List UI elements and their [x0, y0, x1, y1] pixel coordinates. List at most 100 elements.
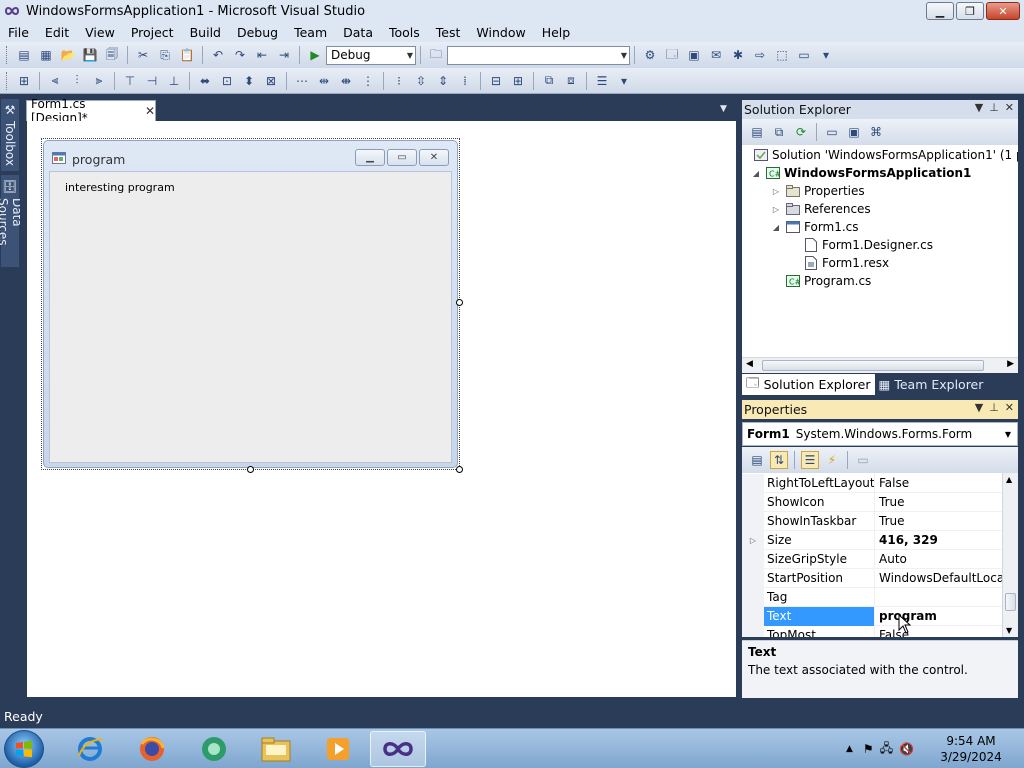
new-project-icon[interactable]: ▤	[15, 46, 33, 64]
property-name[interactable]: StartPosition	[764, 568, 875, 588]
make-same-width-icon[interactable]: ⬌	[196, 72, 214, 90]
property-value[interactable]: True	[875, 514, 1002, 528]
menu-window[interactable]: Window	[468, 25, 533, 40]
tree-item-form1-designer[interactable]: Form1.Designer.cs	[800, 236, 933, 254]
clock[interactable]: 9:54 AM 3/29/2024	[936, 733, 1006, 765]
property-name[interactable]: Text	[764, 606, 875, 626]
navigate-backward-icon[interactable]: ⇤	[253, 46, 271, 64]
properties-icon[interactable]: ▤	[748, 123, 766, 141]
align-to-grid-icon[interactable]: ⊞	[15, 72, 33, 90]
vertical-scrollbar[interactable]: ▲ ▼	[1002, 473, 1018, 637]
property-value[interactable]: False	[875, 476, 1002, 490]
tab-form1-design[interactable]: Form1.cs [Design]* ✕	[26, 97, 156, 125]
tab-solution-explorer[interactable]: 🗔 Solution Explorer	[742, 373, 875, 395]
active-files-dropdown-icon[interactable]: ▼	[720, 104, 727, 114]
menu-view[interactable]: View	[77, 25, 123, 40]
menu-team[interactable]: Team	[286, 25, 335, 40]
menu-test[interactable]: Test	[428, 25, 469, 40]
property-name[interactable]: ShowIcon	[764, 492, 875, 512]
tree-item-properties[interactable]: ▷ Properties	[770, 182, 865, 200]
cut-icon[interactable]: ✂	[134, 46, 152, 64]
volume-muted-icon[interactable]: 🔇	[899, 742, 914, 756]
refresh-icon[interactable]: ⟳	[792, 123, 810, 141]
alphabetical-icon[interactable]: ⇅	[770, 451, 788, 469]
designed-form[interactable]: program ▁ ▭ ✕ interesting program	[43, 140, 458, 468]
send-to-back-icon[interactable]: ⧈	[562, 72, 580, 90]
expand-icon[interactable]: ▷	[770, 187, 782, 196]
view-code-icon[interactable]: ▭	[823, 123, 841, 141]
solution-explorer-icon[interactable]: ⚙	[641, 46, 659, 64]
view-designer-icon[interactable]: ▣	[845, 123, 863, 141]
properties-window-icon[interactable]: 🗔	[663, 46, 681, 64]
window-position-icon[interactable]: ▼	[975, 401, 983, 414]
align-bottoms-icon[interactable]: ⊥	[165, 72, 183, 90]
property-row[interactable]: Text program	[742, 606, 1002, 626]
add-item-icon[interactable]: ▦	[37, 46, 55, 64]
horizontal-spacing-increase-icon[interactable]: ⇹	[315, 72, 333, 90]
collapse-icon[interactable]: ◢	[770, 223, 782, 232]
close-icon[interactable]: ✕	[1005, 101, 1014, 114]
menu-edit[interactable]: Edit	[37, 25, 77, 40]
property-value[interactable]: True	[875, 495, 1002, 509]
restore-button[interactable]: ❐	[956, 2, 984, 20]
form-client-area[interactable]: interesting program	[49, 171, 452, 463]
taskbar-firefox[interactable]	[124, 731, 180, 767]
property-value[interactable]: False	[875, 628, 1002, 637]
find-in-files-icon[interactable]: 🗀	[427, 46, 445, 64]
scroll-left-icon[interactable]: ◀	[746, 359, 753, 369]
tree-item-form1[interactable]: ◢ Form1.cs	[770, 218, 859, 236]
property-value[interactable]: WindowsDefaultLocation	[875, 571, 1002, 585]
expand-icon[interactable]: ▷	[770, 205, 782, 214]
toolbox-icon[interactable]: ✉	[707, 46, 725, 64]
property-value[interactable]: Auto	[875, 552, 1002, 566]
align-middles-icon[interactable]: ⊣	[143, 72, 161, 90]
collapse-icon[interactable]: ◢	[750, 169, 762, 178]
find-combo[interactable]: ▼	[447, 45, 630, 65]
scroll-thumb[interactable]	[1005, 593, 1016, 611]
save-all-icon[interactable]: 🗐	[103, 46, 121, 64]
scroll-thumb[interactable]	[762, 360, 984, 371]
network-icon[interactable]: 🖧	[880, 739, 893, 760]
align-rights-icon[interactable]: ⫸	[90, 72, 108, 90]
align-centers-icon[interactable]: ⫶	[68, 72, 86, 90]
scroll-up-icon[interactable]: ▲	[1006, 475, 1012, 484]
tab-order-icon[interactable]: ☰	[593, 72, 611, 90]
property-row[interactable]: SizeGripStyle Auto	[742, 549, 1002, 569]
categorized-icon[interactable]: ▤	[748, 451, 766, 469]
tools-icon[interactable]: ✱	[729, 46, 747, 64]
align-tops-icon[interactable]: ⊤	[121, 72, 139, 90]
bring-to-front-icon[interactable]: ⧉	[540, 72, 558, 90]
pin-icon[interactable]: ⊥	[989, 101, 999, 114]
scroll-right-icon[interactable]: ▶	[1007, 359, 1014, 369]
show-all-files-icon[interactable]: ⧉	[770, 123, 788, 141]
menu-tools[interactable]: Tools	[381, 25, 428, 40]
property-name[interactable]: Tag	[764, 587, 875, 607]
close-icon[interactable]: ✕	[1005, 401, 1014, 414]
taskbar-internet-explorer[interactable]	[62, 731, 118, 767]
redo-icon[interactable]: ↷	[231, 46, 249, 64]
property-row[interactable]: Tag	[742, 587, 1002, 607]
pin-icon[interactable]: ⊥	[989, 401, 999, 414]
toolbar-grip[interactable]	[6, 46, 9, 64]
property-row[interactable]: ▷ Size 416, 329	[742, 530, 1002, 550]
open-file-icon[interactable]: 📂	[59, 46, 77, 64]
data-sources-tab[interactable]: 🗄 Data Sources	[0, 175, 24, 267]
property-name[interactable]: SizeGripStyle	[764, 549, 875, 569]
toolbar-options-icon[interactable]: ▾	[615, 72, 633, 90]
horizontal-spacing-remove-icon[interactable]: ⋮	[359, 72, 377, 90]
navigate-forward-icon[interactable]: ⇥	[275, 46, 293, 64]
taskbar-visual-studio[interactable]	[370, 731, 426, 767]
copy-icon[interactable]: ⎘	[156, 46, 174, 64]
horizontal-spacing-equal-icon[interactable]: ⋯	[293, 72, 311, 90]
scroll-down-icon[interactable]: ▼	[1006, 626, 1012, 635]
property-name[interactable]: ShowInTaskbar	[764, 511, 875, 531]
menu-project[interactable]: Project	[123, 25, 182, 40]
start-button[interactable]	[4, 730, 44, 768]
tree-item-program[interactable]: C# Program.cs	[782, 272, 871, 290]
tree-item-references[interactable]: ▷ References	[770, 200, 871, 218]
property-pages-icon[interactable]: ▭	[854, 451, 872, 469]
property-value[interactable]: program	[875, 609, 1002, 623]
vertical-spacing-decrease-icon[interactable]: ⇕	[434, 72, 452, 90]
events-lightning-icon[interactable]: ⚡	[823, 451, 841, 469]
property-row[interactable]: TopMost False	[742, 625, 1002, 637]
